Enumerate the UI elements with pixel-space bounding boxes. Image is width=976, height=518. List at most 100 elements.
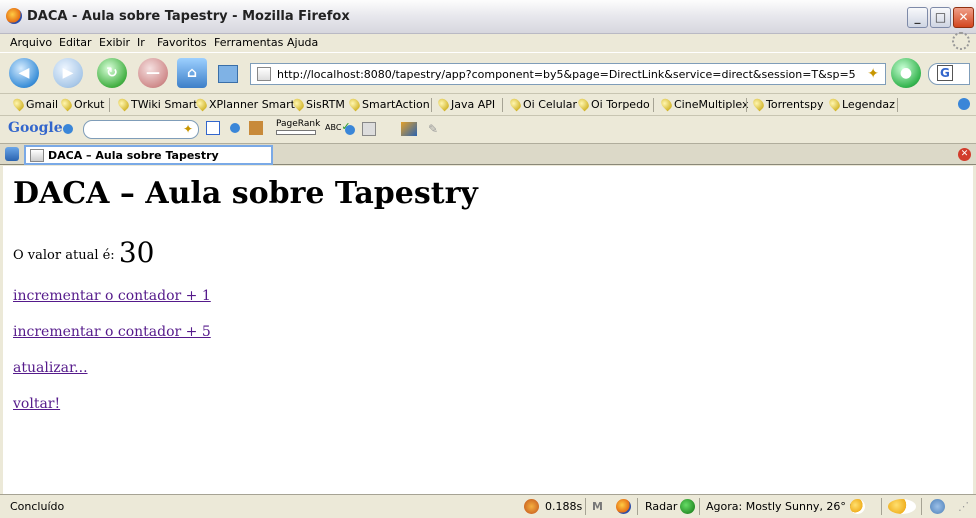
- home-icon: ⌂: [186, 65, 198, 81]
- highlighter-icon[interactable]: ✎: [428, 122, 440, 136]
- google-logo[interactable]: Google: [8, 120, 63, 136]
- page-thumbnail-icon[interactable]: [218, 65, 238, 83]
- firefox-logo-icon: [6, 8, 22, 24]
- google-search-button-icon[interactable]: [206, 121, 220, 135]
- status-text: Concluído: [10, 500, 65, 513]
- tab-daca-aula[interactable]: DACA – Aula sobre Tapestry: [24, 145, 273, 165]
- bookmark-smartaction[interactable]: SmartAction: [347, 96, 430, 112]
- bookmark-legendaz[interactable]: Legendaz: [827, 96, 895, 112]
- gmail-icon[interactable]: M: [592, 500, 603, 513]
- bookmark-sisrtm[interactable]: SisRTM: [291, 96, 345, 112]
- bookmark-torrentspy[interactable]: Torrentspy: [751, 96, 823, 112]
- stop-button[interactable]: —: [138, 58, 168, 88]
- google-tool-buttons: [206, 121, 269, 135]
- bookmarks-overflow-icon[interactable]: [958, 98, 970, 110]
- radar-icon[interactable]: [680, 499, 695, 514]
- reload-button[interactable]: ↻: [97, 58, 127, 88]
- status-separator: [585, 498, 586, 515]
- navigation-toolbar: ◀ ▶ ↻ — ⌂ ✦ ● G: [0, 52, 976, 92]
- extension-status-icon[interactable]: [930, 499, 945, 514]
- timer-icon: [524, 499, 539, 514]
- back-button[interactable]: ◀: [9, 58, 39, 88]
- bookmark-pin-icon: [116, 96, 131, 112]
- sunny-weather-icon[interactable]: [850, 499, 865, 514]
- back-arrow-icon: ◀: [18, 65, 30, 81]
- bookmark-separator: [746, 98, 747, 112]
- menu-ajuda[interactable]: Ajuda: [287, 36, 318, 49]
- url-input[interactable]: [277, 66, 857, 82]
- status-separator: [699, 498, 700, 515]
- counter-label: O valor atual é:: [13, 248, 115, 263]
- menu-editar[interactable]: Editar: [59, 36, 92, 49]
- forward-arrow-icon: ▶: [62, 65, 74, 81]
- google-search-icon: G: [937, 65, 953, 81]
- pagerank-meter: PageRank: [276, 119, 320, 135]
- bookmark-pin-icon: [11, 96, 26, 112]
- bookmark-xplanner-smart[interactable]: XPlanner Smart: [194, 96, 295, 112]
- firefox-status-icon[interactable]: [616, 499, 631, 514]
- menu-favoritos[interactable]: Favoritos: [157, 36, 207, 49]
- search-engine-box[interactable]: G: [928, 63, 970, 85]
- site-favicon-icon: [257, 67, 271, 81]
- refresh-link[interactable]: atualizar...: [13, 360, 88, 376]
- bookmark-separator: [431, 98, 432, 112]
- menu-bar: Arquivo Editar Exibir Ir Favoritos Ferra…: [0, 34, 976, 52]
- google-menu-icon[interactable]: [63, 124, 73, 134]
- bookmark-star-icon[interactable]: ✦: [867, 66, 879, 82]
- minimize-button[interactable]: _: [907, 7, 928, 28]
- bookmark-java-api[interactable]: Java API: [436, 96, 495, 112]
- bookmark-separator: [109, 98, 110, 112]
- go-icon: ●: [899, 65, 913, 81]
- increment-1-link[interactable]: incrementar o contador + 1: [13, 288, 211, 304]
- google-search-input[interactable]: ✦: [83, 120, 199, 139]
- bookmark-twiki-smart[interactable]: TWiki Smart: [116, 96, 198, 112]
- status-separator: [637, 498, 638, 515]
- status-separator: [921, 498, 922, 515]
- google-options-icon[interactable]: [229, 123, 240, 133]
- weather-text: Agora: Mostly Sunny, 26° C: [706, 500, 858, 513]
- spellcheck-options-icon[interactable]: [345, 125, 355, 135]
- window-title: DACA - Aula sobre Tapestry - Mozilla Fir…: [27, 9, 350, 24]
- forecast-weather-icon[interactable]: [888, 499, 916, 514]
- home-button[interactable]: ⌂: [177, 58, 207, 88]
- forward-button[interactable]: ▶: [53, 58, 83, 88]
- page-content: DACA – Aula sobre Tapestry O valor atual…: [3, 166, 973, 494]
- radar-label: Radar: [645, 500, 678, 513]
- menu-ir[interactable]: Ir: [137, 36, 145, 49]
- menu-ferramentas[interactable]: Ferramentas: [214, 36, 283, 49]
- go-button[interactable]: ●: [891, 58, 921, 88]
- maximize-button[interactable]: □: [930, 7, 951, 28]
- status-bar: Concluído 0.188s M Radar Agora: Mostly S…: [0, 494, 976, 518]
- menu-arquivo[interactable]: Arquivo: [10, 36, 52, 49]
- activity-throbber-icon: [952, 32, 970, 50]
- bookmarks-toolbar: Gmail Orkut TWiki Smart XPlanner Smart S…: [0, 93, 976, 115]
- increment-5-link[interactable]: incrementar o contador + 5: [13, 324, 211, 340]
- menu-exibir[interactable]: Exibir: [99, 36, 130, 49]
- bookmark-pin-icon: [436, 96, 451, 112]
- rss-icon[interactable]: [362, 122, 376, 136]
- search-go-icon[interactable]: ✦: [183, 122, 193, 136]
- status-separator: [881, 498, 882, 515]
- bookmark-oi-torpedo[interactable]: Oi Torpedo: [576, 96, 650, 112]
- picasa-icon[interactable]: [401, 122, 417, 136]
- back-link[interactable]: voltar!: [13, 396, 60, 412]
- bookmark-pin-icon: [59, 96, 74, 112]
- title-bar: DACA - Aula sobre Tapestry - Mozilla Fir…: [0, 0, 976, 34]
- close-tab-icon[interactable]: ✕: [958, 148, 971, 161]
- stop-icon: —: [146, 65, 160, 81]
- bookmark-oi-celular[interactable]: Oi Celular: [508, 96, 577, 112]
- close-window-button[interactable]: ✕: [953, 7, 974, 28]
- new-tab-icon[interactable]: [5, 147, 19, 161]
- resize-grip-icon[interactable]: ⋰: [958, 500, 969, 513]
- bookmark-cinemultiplex[interactable]: CineMultiplex: [659, 96, 749, 112]
- bookmark-pin-icon: [576, 96, 591, 112]
- bookmark-pin-icon: [827, 96, 842, 112]
- bookmark-gmail[interactable]: Gmail: [11, 96, 58, 112]
- bookmark-orkut[interactable]: Orkut: [59, 96, 105, 112]
- news-icon[interactable]: [249, 121, 263, 135]
- load-time: 0.188s: [545, 500, 583, 513]
- counter-display: O valor atual é: 30: [13, 236, 154, 269]
- address-bar[interactable]: ✦: [250, 63, 886, 85]
- tab-label: DACA – Aula sobre Tapestry: [48, 149, 219, 162]
- bookmark-pin-icon: [508, 96, 523, 112]
